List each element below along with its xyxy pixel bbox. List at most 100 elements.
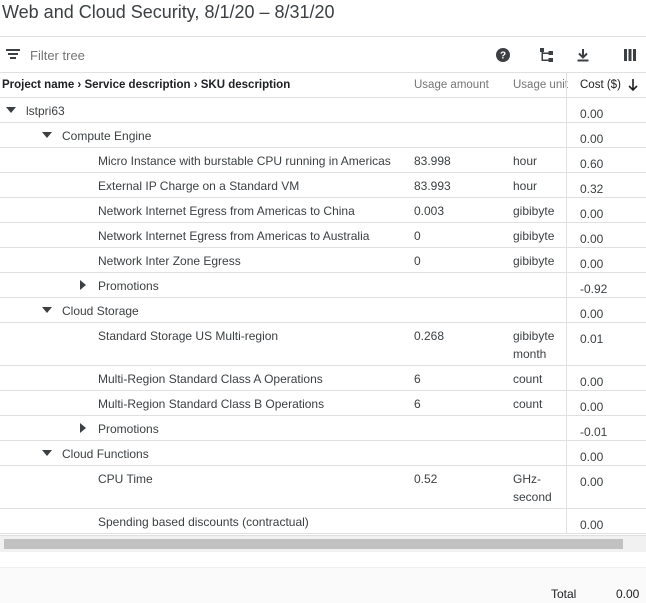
cost-cell: 0.00 <box>566 366 646 390</box>
usage-amount-cell: 0.003 <box>414 204 445 218</box>
column-header-usage-amount[interactable]: Usage amount <box>414 73 489 98</box>
row-name: Promotions <box>98 279 159 293</box>
cost-cell: -0.92 <box>566 273 646 297</box>
cost-value: 0.00 <box>580 107 604 121</box>
cost-cell: 0.01 <box>566 323 646 365</box>
report-title: Web and Cloud Security, 8/1/20 – 8/31/20 <box>2 2 335 22</box>
filter-list-icon[interactable] <box>6 49 20 61</box>
service-row[interactable]: Cloud Functions 0.00 <box>0 441 646 466</box>
row-name: External IP Charge on a Standard VM <box>98 179 300 193</box>
usage-amount-cell: 0.268 <box>414 329 445 343</box>
row-name: Multi-Region Standard Class B Operations <box>98 397 325 411</box>
help-icon[interactable]: ? <box>493 45 513 65</box>
cost-value: 0.00 <box>580 400 604 414</box>
sku-row: Network Internet Egress from Americas to… <box>0 223 646 248</box>
row-name: Micro Instance with burstable CPU runnin… <box>98 154 391 168</box>
row-name: Promotions <box>98 422 159 436</box>
svg-text:?: ? <box>500 51 506 62</box>
row-name: Multi-Region Standard Class A Operations <box>98 372 323 386</box>
row-name: Compute Engine <box>62 129 152 143</box>
sku-row: Multi-Region Standard Class B Operations… <box>0 391 646 416</box>
table-header: Project name › Service description › SKU… <box>0 73 646 98</box>
cost-cell: 0.00 <box>566 391 646 415</box>
toolbar: ? <box>0 36 646 73</box>
usage-amount-cell: 0 <box>414 229 421 243</box>
cost-value: 0.60 <box>580 157 604 171</box>
usage-unit-cell: gibibyte <box>513 254 555 268</box>
cost-cell: 0.00 <box>566 198 646 222</box>
cost-value: 0.32 <box>580 182 604 196</box>
row-name: Network Internet Egress from Americas to… <box>98 204 355 218</box>
sku-row: Micro Instance with burstable CPU runnin… <box>0 148 646 173</box>
cost-value: 0.00 <box>580 132 604 146</box>
usage-amount-cell: 83.993 <box>414 179 451 193</box>
cost-cell: 0.00 <box>566 466 646 508</box>
cost-value: 0.00 <box>580 307 604 321</box>
usage-amount-cell: 6 <box>414 372 421 386</box>
column-header-usage-unit[interactable]: Usage unit <box>513 73 568 98</box>
total-value: 0.00 <box>616 587 640 601</box>
usage-unit-cell: hour <box>513 154 538 168</box>
cost-value: 0.00 <box>580 207 604 221</box>
cost-value: 0.00 <box>580 475 604 489</box>
cost-cell: 0.60 <box>566 148 646 172</box>
usage-unit-cell: hour <box>513 179 538 193</box>
cost-cell: -0.01 <box>566 416 646 440</box>
collapse-caret-icon[interactable] <box>42 450 52 456</box>
filter-tree-input[interactable] <box>30 45 330 65</box>
sort-descending-icon[interactable] <box>628 79 638 91</box>
row-name: lstpri63 <box>26 104 65 118</box>
cost-cell: 0.00 <box>566 298 646 322</box>
usage-unit-cell: gibibyte <box>513 229 555 243</box>
cost-value: 0.00 <box>580 257 604 271</box>
usage-unit-cell: gibibyte <box>513 204 555 218</box>
cost-cell: 0.32 <box>566 173 646 197</box>
row-name: Cloud Storage <box>62 304 139 318</box>
usage-unit-cell: GHz-second <box>513 472 552 504</box>
cost-cell: 0.00 <box>566 441 646 465</box>
cost-tree-table: lstpri63 0.00 Compute Engine 0.00 Micro Inst… <box>0 98 646 534</box>
collapse-caret-icon[interactable] <box>42 307 52 313</box>
usage-unit-cell: gibibyte month <box>513 329 555 361</box>
service-row[interactable]: Cloud Storage 0.00 <box>0 298 646 323</box>
sku-row: External IP Charge on a Standard VM 83.99… <box>0 173 646 198</box>
usage-unit-cell: count <box>513 372 543 386</box>
sku-row: Standard Storage US Multi-region 0.268 gib… <box>0 323 646 366</box>
sku-row: Spending based discounts (contractual) 0.… <box>0 509 646 534</box>
sku-row: Network Internet Egress from Americas to… <box>0 198 646 223</box>
usage-amount-cell: 83.998 <box>414 154 451 168</box>
scrollbar-thumb[interactable] <box>4 539 623 549</box>
cost-value: 0.01 <box>580 332 604 346</box>
usage-amount-cell: 0 <box>414 254 421 268</box>
row-name: Standard Storage US Multi-region <box>98 329 279 343</box>
cost-cell: 0.00 <box>566 248 646 272</box>
cost-value: -0.92 <box>580 282 608 296</box>
table-footer: Total 0.00 <box>0 567 646 603</box>
columns-icon[interactable] <box>620 45 640 65</box>
expand-caret-icon[interactable] <box>80 423 86 433</box>
promotions-row[interactable]: Promotions -0.92 <box>0 273 646 298</box>
promotions-row[interactable]: Promotions -0.01 <box>0 416 646 441</box>
row-name: Spending based discounts (contractual) <box>98 515 309 529</box>
sku-row: CPU Time 0.52 GHz-second 0.00 <box>0 466 646 509</box>
row-name: Network Internet Egress from Americas to… <box>98 229 370 243</box>
sku-row: Multi-Region Standard Class A Operations… <box>0 366 646 391</box>
hierarchy-icon[interactable] <box>537 45 557 65</box>
cost-value: 0.00 <box>580 450 604 464</box>
cost-value: -0.01 <box>580 425 608 439</box>
project-row[interactable]: lstpri63 0.00 <box>0 98 646 123</box>
horizontal-scrollbar[interactable] <box>0 535 646 552</box>
column-header-name[interactable]: Project name › Service description › SKU… <box>2 73 290 98</box>
column-header-cost-label: Cost ($) <box>580 79 621 91</box>
service-row[interactable]: Compute Engine 0.00 <box>0 123 646 148</box>
cost-value: 0.00 <box>580 232 604 246</box>
collapse-caret-icon[interactable] <box>42 132 52 138</box>
usage-amount-cell: 0.52 <box>414 472 438 486</box>
row-name: Cloud Functions <box>62 447 149 461</box>
collapse-caret-icon[interactable] <box>6 107 16 113</box>
cost-cell: 0.00 <box>566 123 646 147</box>
expand-caret-icon[interactable] <box>80 280 86 290</box>
usage-amount-cell: 6 <box>414 397 421 411</box>
column-header-cost[interactable]: Cost ($) <box>566 73 646 98</box>
download-icon[interactable] <box>573 45 593 65</box>
